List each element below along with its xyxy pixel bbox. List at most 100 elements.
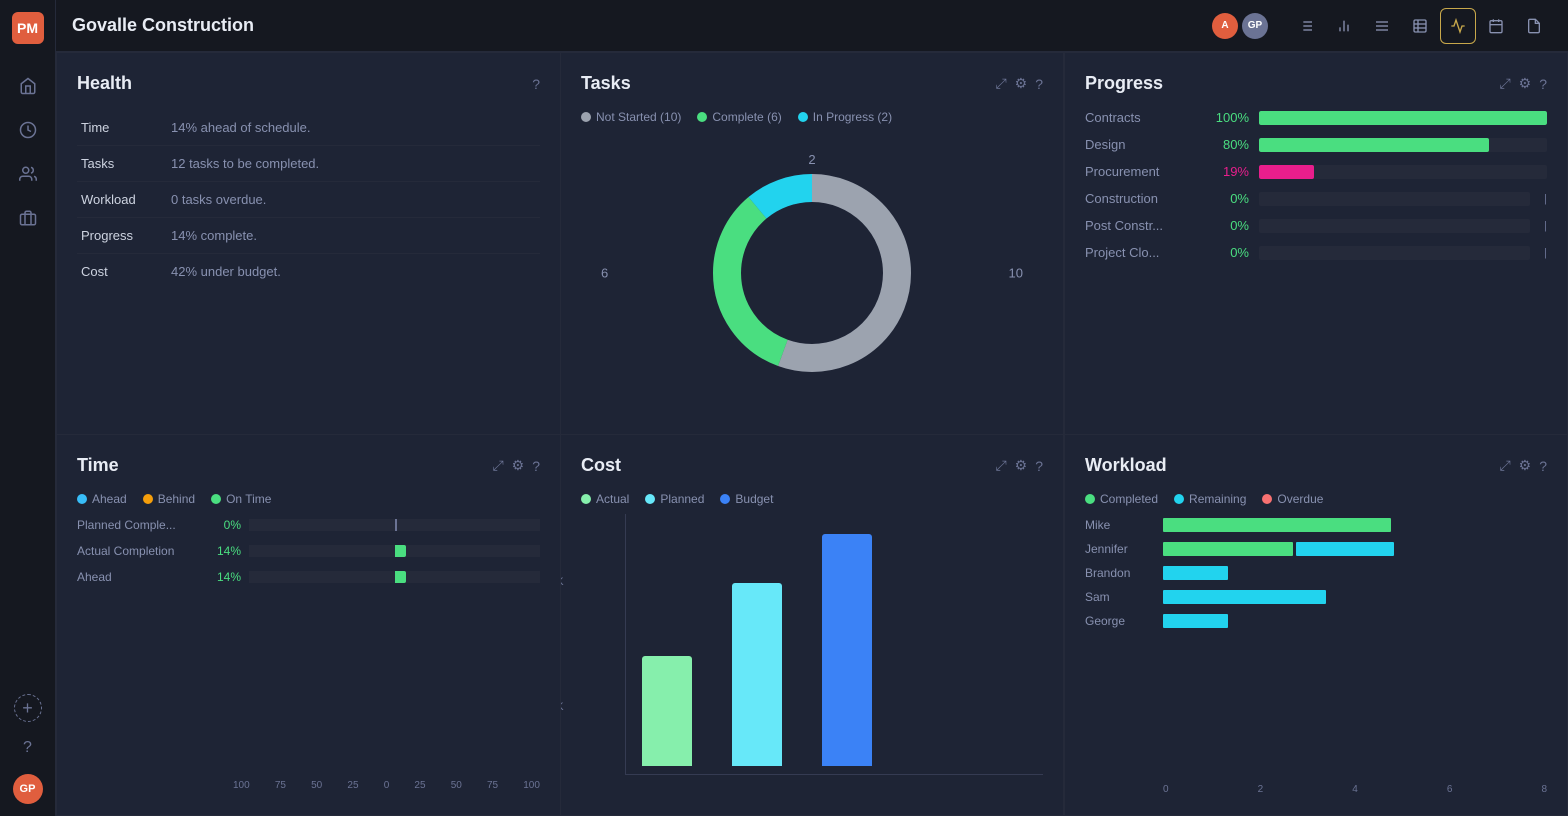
cost-actions: ⤢ ⚙ ? xyxy=(995,457,1043,474)
cost-expand-icon[interactable]: ⤢ xyxy=(995,457,1006,474)
progress-row-label: Procurement xyxy=(1085,164,1195,179)
progress-row-label: Design xyxy=(1085,137,1195,152)
donut-chart: 2 6 10 xyxy=(581,132,1043,414)
legend-dot xyxy=(645,494,655,504)
health-header: Health ? xyxy=(77,73,540,94)
tasks-expand-icon[interactable]: ⤢ xyxy=(995,75,1006,92)
cost-y-label: $0 xyxy=(560,763,564,775)
app-logo[interactable]: PM xyxy=(12,12,44,44)
legend-label: On Time xyxy=(226,492,271,506)
sidebar-item-home[interactable] xyxy=(10,68,46,104)
cost-bar xyxy=(822,534,872,766)
cost-bar xyxy=(732,583,782,766)
time-bar xyxy=(395,545,406,557)
progress-row: Project Clo... 0% | xyxy=(1085,245,1547,260)
progress-rows: Contracts 100% Design 80% Procurement 19… xyxy=(1085,110,1547,414)
progress-row-label: Project Clo... xyxy=(1085,245,1195,260)
user-avatar[interactable]: GP xyxy=(13,774,43,804)
time-row: Ahead 14% xyxy=(77,570,540,584)
workload-settings-icon[interactable]: ⚙ xyxy=(1519,457,1532,474)
time-bar xyxy=(395,571,406,583)
progress-bar-fill xyxy=(1259,165,1314,179)
workload-legend-item: Remaining xyxy=(1174,492,1246,506)
sidebar-item-timeline[interactable] xyxy=(10,112,46,148)
tasks-help-icon[interactable]: ? xyxy=(1035,76,1043,92)
align-icon[interactable] xyxy=(1364,8,1400,44)
calendar-icon[interactable] xyxy=(1478,8,1514,44)
health-row-label: Time xyxy=(77,110,167,146)
time-row: Actual Completion 14% xyxy=(77,544,540,558)
progress-row: Design 80% xyxy=(1085,137,1547,152)
progress-settings-icon[interactable]: ⚙ xyxy=(1519,75,1532,92)
time-axis: 1007550250255075100 xyxy=(77,776,540,795)
activity-icon[interactable] xyxy=(1440,8,1476,44)
time-axis-label: 75 xyxy=(275,780,286,791)
time-expand-icon[interactable]: ⤢ xyxy=(492,457,503,474)
time-row-label: Planned Comple... xyxy=(77,518,197,532)
workload-panel: Workload ⤢ ⚙ ? CompletedRemainingOverdue… xyxy=(1064,434,1568,816)
legend-label: In Progress (2) xyxy=(813,110,892,124)
avatar-gp[interactable]: GP xyxy=(1242,13,1268,39)
workload-legend-item: Overdue xyxy=(1262,492,1323,506)
workload-expand-icon[interactable]: ⤢ xyxy=(1499,457,1510,474)
legend-dot xyxy=(211,494,221,504)
topbar-icons xyxy=(1288,8,1552,44)
time-axis-label: 0 xyxy=(384,780,390,791)
tasks-settings-icon[interactable]: ⚙ xyxy=(1015,75,1028,92)
legend-dot xyxy=(143,494,153,504)
workload-row-label: Brandon xyxy=(1085,566,1155,580)
legend-label: Planned xyxy=(660,492,704,506)
avatar-a[interactable]: A xyxy=(1212,13,1238,39)
time-title: Time xyxy=(77,455,119,476)
health-table-row: Progress14% complete. xyxy=(77,218,540,254)
cost-settings-icon[interactable]: ⚙ xyxy=(1015,457,1028,474)
cost-y-label: 1.5K xyxy=(560,701,564,713)
tasks-header: Tasks ⤢ ⚙ ? xyxy=(581,73,1043,94)
workload-bars xyxy=(1163,614,1547,628)
list-view-icon[interactable] xyxy=(1288,8,1324,44)
time-axis-label: 100 xyxy=(523,780,540,791)
progress-expand-icon[interactable]: ⤢ xyxy=(1499,75,1510,92)
workload-completed-bar xyxy=(1163,518,1391,532)
legend-dot xyxy=(1085,494,1095,504)
cost-bar-group xyxy=(822,522,872,766)
cost-y-axis: 6K4.5K3K1.5K$0 xyxy=(560,514,564,775)
legend-dot xyxy=(77,494,87,504)
time-legend-item: On Time xyxy=(211,492,271,506)
time-axis-label: 25 xyxy=(414,780,425,791)
progress-help-icon[interactable]: ? xyxy=(1539,76,1547,92)
workload-remaining-bar xyxy=(1163,566,1228,580)
workload-bars xyxy=(1163,518,1547,532)
cost-y-label: 3K xyxy=(560,639,564,651)
sidebar-item-briefcase[interactable] xyxy=(10,200,46,236)
progress-bar-bg xyxy=(1259,111,1547,125)
help-icon[interactable]: ? xyxy=(10,730,46,766)
progress-row-pct: 0% xyxy=(1205,245,1249,260)
workload-axis-label: 8 xyxy=(1541,784,1547,795)
workload-row: George xyxy=(1085,614,1547,628)
topbar: Govalle Construction A GP xyxy=(56,0,1568,52)
bar-chart-icon[interactable] xyxy=(1326,8,1362,44)
workload-title: Workload xyxy=(1085,455,1167,476)
add-project-button[interactable]: + xyxy=(14,694,42,722)
health-row-value: 0 tasks overdue. xyxy=(167,182,540,218)
health-help-icon[interactable]: ? xyxy=(532,76,540,92)
time-axis-label: 100 xyxy=(233,780,250,791)
sidebar-item-users[interactable] xyxy=(10,156,46,192)
progress-row: Construction 0% | xyxy=(1085,191,1547,206)
cost-legend-item: Actual xyxy=(581,492,629,506)
workload-remaining-bar xyxy=(1296,542,1394,556)
time-row-label: Ahead xyxy=(77,570,197,584)
table-icon[interactable] xyxy=(1402,8,1438,44)
time-help-icon[interactable]: ? xyxy=(532,458,540,474)
legend-label: Remaining xyxy=(1189,492,1246,506)
workload-header: Workload ⤢ ⚙ ? xyxy=(1085,455,1547,476)
legend-dot xyxy=(697,112,707,122)
time-settings-icon[interactable]: ⚙ xyxy=(512,457,525,474)
workload-row-label: George xyxy=(1085,614,1155,628)
progress-row-label: Contracts xyxy=(1085,110,1195,125)
workload-help-icon[interactable]: ? xyxy=(1539,458,1547,474)
file-icon[interactable] xyxy=(1516,8,1552,44)
progress-title: Progress xyxy=(1085,73,1163,94)
cost-help-icon[interactable]: ? xyxy=(1035,458,1043,474)
